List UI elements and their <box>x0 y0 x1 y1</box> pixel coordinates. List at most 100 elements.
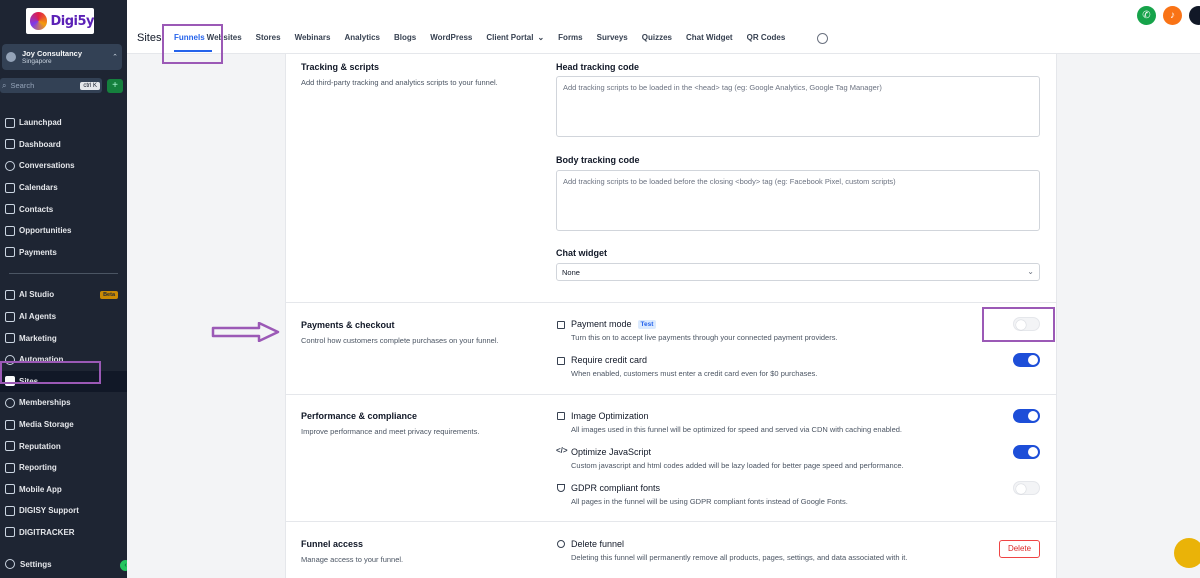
tab-chat-widget[interactable]: Chat Widget <box>686 33 733 42</box>
section-divider <box>286 302 1057 303</box>
section-desc-access: Manage access to your funnel. <box>301 555 404 564</box>
help-widget-button[interactable] <box>1174 538 1200 568</box>
search-icon: ⌕ <box>2 80 7 90</box>
sidebar-item-launchpad[interactable]: Launchpad <box>0 112 127 134</box>
toggle-knob <box>1016 484 1026 494</box>
delete-funnel-button[interactable]: Delete <box>999 540 1040 558</box>
sidebar-item-mobile-app[interactable]: Mobile App <box>0 479 127 501</box>
sidebar-item-label: Reputation <box>19 441 61 451</box>
image-optimization-toggle[interactable] <box>1013 409 1040 423</box>
sidebar-item-opportunities[interactable]: Opportunities <box>0 220 127 242</box>
star-icon <box>5 441 15 452</box>
require-credit-card-title: Require credit card <box>571 355 648 365</box>
sidebar-item-label: AI Agents <box>19 312 57 322</box>
tab-quizzes[interactable]: Quizzes <box>642 33 672 42</box>
funnel-settings-panel: Tracking & scripts Add third-party track… <box>285 54 1057 578</box>
sidebar-item-memberships[interactable]: Memberships <box>0 392 127 414</box>
sidebar-item-calendars[interactable]: Calendars <box>0 177 127 199</box>
tab-wordpress[interactable]: WordPress <box>430 33 472 42</box>
sidebar-item-conversations[interactable]: Conversations <box>0 155 127 177</box>
section-desc-payments: Control how customers complete purchases… <box>301 336 499 345</box>
sidebar-item-label: Media Storage <box>19 420 74 430</box>
section-title-payments: Payments & checkout <box>301 320 395 330</box>
account-switcher[interactable]: Joy Consultancy Singapore ⌃ <box>2 44 122 70</box>
optimize-js-title: Optimize JavaScript <box>571 447 652 457</box>
tab-forms[interactable]: Forms <box>558 33 582 42</box>
tab-blogs[interactable]: Blogs <box>394 33 416 42</box>
require-credit-card-toggle[interactable] <box>1013 353 1040 367</box>
sidebar-item-label: Settings <box>20 559 52 569</box>
highlight-sites-item <box>0 361 101 384</box>
body-tracking-input[interactable]: Add tracking scripts to be loaded before… <box>556 170 1040 231</box>
section-divider <box>286 394 1057 395</box>
code-icon: </> <box>556 446 568 455</box>
sidebar-item-media-storage[interactable]: Media Storage <box>0 414 127 436</box>
tab-analytics[interactable]: Analytics <box>344 33 380 42</box>
quick-add-button[interactable]: + <box>107 79 123 93</box>
gdpr-fonts-toggle[interactable] <box>1013 481 1040 495</box>
sidebar-item-marketing[interactable]: Marketing <box>0 327 127 349</box>
tab-stores[interactable]: Stores <box>256 33 281 42</box>
delete-funnel-desc: Deleting this funnel will permanently re… <box>571 553 908 562</box>
logo-mark-icon <box>30 12 48 30</box>
section-desc-performance: Improve performance and meet privacy req… <box>301 427 480 436</box>
chevron-down-icon: ⌄ <box>1027 267 1034 276</box>
payment-mode-desc: Turn this on to accept live payments thr… <box>571 333 838 342</box>
head-tracking-input[interactable]: Add tracking scripts to be loaded in the… <box>556 76 1040 137</box>
sidebar-item-reporting[interactable]: Reporting <box>0 457 127 479</box>
sidebar-item-ai-agents[interactable]: AI Agents <box>0 306 127 328</box>
logo-text: Digi5y <box>50 13 94 29</box>
account-avatar <box>6 52 16 62</box>
grid-icon <box>5 139 15 150</box>
gear-icon[interactable] <box>817 33 828 44</box>
sidebar-item-label: Conversations <box>19 161 75 171</box>
toggle-knob <box>1028 355 1038 365</box>
optimize-js-toggle[interactable] <box>1013 445 1040 459</box>
annotation-arrow-icon <box>211 322 280 342</box>
sidebar-item-digisy-support[interactable]: DIGISY Support <box>0 500 127 522</box>
tracker-icon <box>5 527 15 538</box>
chat-widget-select[interactable]: None ⌄ <box>556 263 1040 281</box>
sidebar-item-payments[interactable]: Payments <box>0 242 127 264</box>
tab-bar: Funnels Websites Stores Webinars Analyti… <box>174 33 799 42</box>
sidebar-nav: Launchpad Dashboard Conversations Calend… <box>0 112 127 543</box>
chat-icon <box>5 160 15 171</box>
sidebar-item-digitracker[interactable]: DIGITRACKER <box>0 522 127 544</box>
bell-icon[interactable]: ♪ <box>1163 6 1182 25</box>
search-input[interactable]: ⌕ Search ctrl K <box>0 78 102 93</box>
sidebar-item-ai-studio[interactable]: AI Studio Beta <box>0 284 127 306</box>
tab-webinars[interactable]: Webinars <box>295 33 331 42</box>
phone-icon[interactable]: ✆ <box>1137 6 1156 25</box>
beta-badge: Beta <box>100 290 118 299</box>
sidebar-item-label: Dashboard <box>19 139 61 149</box>
section-desc-tracking: Add third-party tracking and analytics s… <box>301 78 498 87</box>
sidebar-item-label: Memberships <box>19 398 71 408</box>
test-badge: Test <box>637 319 657 329</box>
tab-qr-codes[interactable]: QR Codes <box>747 33 786 42</box>
sidebar-item-contacts[interactable]: Contacts <box>0 198 127 220</box>
sidebar-item-dashboard[interactable]: Dashboard <box>0 134 127 156</box>
gdpr-fonts-title: GDPR compliant fonts <box>571 483 661 493</box>
tab-client-portal[interactable]: Client Portal ⌄ <box>486 33 544 42</box>
sidebar-item-reputation[interactable]: Reputation <box>0 435 127 457</box>
highlight-funnels-tab <box>162 24 223 64</box>
sidebar-item-label: Reporting <box>19 463 57 473</box>
sidebar: Digi5y Joy Consultancy Singapore ⌃ ⌕ Sea… <box>0 0 131 578</box>
image-icon <box>557 412 565 420</box>
section-title-access: Funnel access <box>301 539 364 549</box>
avatar[interactable] <box>1189 6 1200 25</box>
memberships-icon <box>5 397 15 408</box>
sidebar-item-label: Calendars <box>19 183 58 193</box>
payment-mode-label: Payment mode <box>571 319 632 329</box>
sidebar-item-settings[interactable]: Settings <box>5 559 52 569</box>
brand-logo[interactable]: Digi5y <box>26 8 94 34</box>
content-gutter-right <box>1057 54 1200 578</box>
support-icon <box>5 505 15 516</box>
sidebar-item-label: AI Studio <box>19 290 55 300</box>
sidebar-item-label: Launchpad <box>19 118 62 128</box>
gdpr-fonts-desc: All pages in the funnel will be using GD… <box>571 497 848 506</box>
chat-widget-label: Chat widget <box>556 248 607 258</box>
gear-icon <box>5 559 15 569</box>
toggle-knob <box>1028 411 1038 421</box>
tab-surveys[interactable]: Surveys <box>597 33 628 42</box>
